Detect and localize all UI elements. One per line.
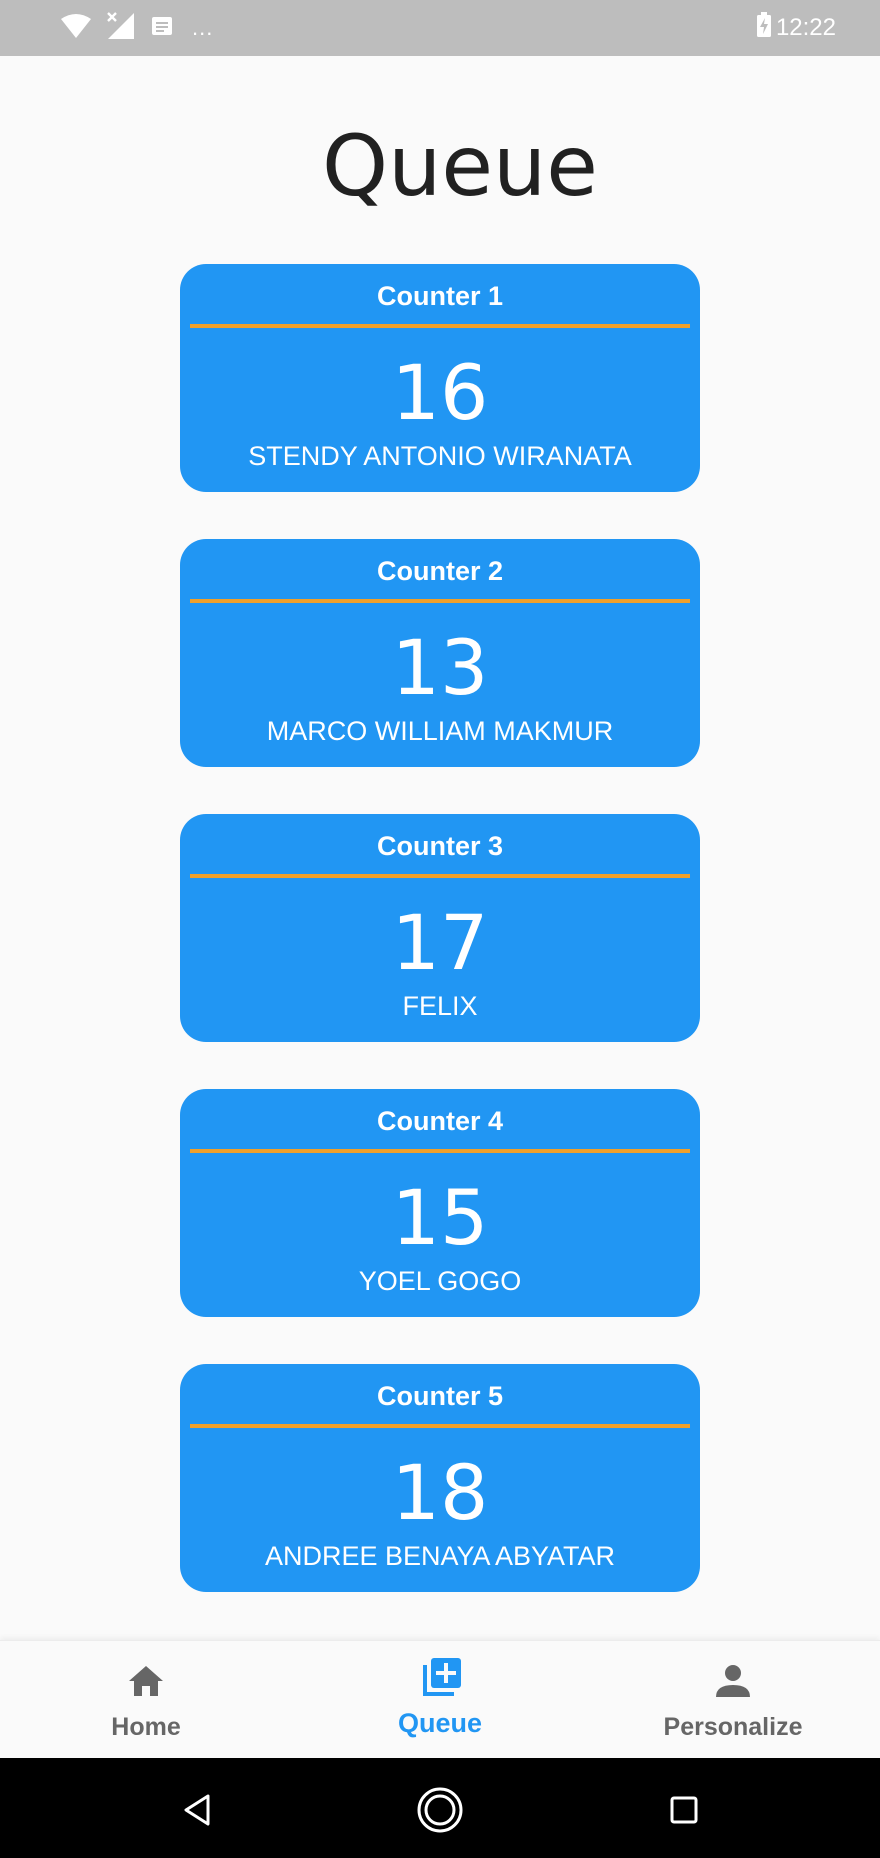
counter-label: Counter 4 (376, 1106, 503, 1136)
card-divider (190, 1149, 690, 1153)
nav-label: Queue (397, 1708, 483, 1738)
queue-number: 17 (391, 898, 489, 987)
nav-label: Personalize (663, 1713, 803, 1741)
home-icon (126, 1661, 166, 1701)
recents-icon[interactable] (662, 1788, 706, 1832)
page-title: Queue (322, 117, 598, 215)
counter-label: Counter 2 (376, 556, 503, 586)
nav-item-home[interactable]: Home (46, 1641, 246, 1759)
nav-item-personalize[interactable]: Personalize (633, 1641, 833, 1759)
clock: 12:22 (775, 14, 836, 41)
queue-number: 18 (391, 1448, 489, 1537)
card-divider (190, 874, 690, 878)
queue-number: 15 (391, 1173, 489, 1262)
customer-name: MARCO WILLIAM MAKMUR (266, 716, 614, 746)
status-icons-right: 12:22 (756, 11, 836, 45)
battery-charging-icon (756, 11, 772, 45)
notification-icon (150, 14, 174, 43)
customer-name: ANDREE BENAYA ABYATAR (264, 1541, 616, 1571)
card-divider (190, 1424, 690, 1428)
counter-card-3[interactable]: Counter 3 17 FELIX (180, 814, 700, 1042)
customer-name: YOEL GOGO (358, 1266, 522, 1296)
counter-card-2[interactable]: Counter 2 13 MARCO WILLIAM MAKMUR (180, 539, 700, 767)
counter-label: Counter 5 (376, 1381, 503, 1411)
queue-number: 13 (391, 623, 489, 712)
home-button-icon[interactable] (416, 1786, 464, 1834)
nav-label: Home (111, 1713, 181, 1741)
person-icon (713, 1661, 753, 1701)
back-icon[interactable] (176, 1788, 220, 1832)
status-bar: ... 12:22 (0, 0, 880, 56)
queue-add-icon (420, 1655, 461, 1696)
card-divider (190, 324, 690, 328)
status-icons-left: ... (60, 11, 214, 46)
nav-item-queue[interactable]: Queue (340, 1641, 540, 1759)
counter-label: Counter 3 (376, 831, 503, 861)
counter-card-1[interactable]: Counter 1 16 STENDY ANTONIO WIRANATA (180, 264, 700, 492)
counter-card-5[interactable]: Counter 5 18 ANDREE BENAYA ABYATAR (180, 1364, 700, 1592)
counter-label: Counter 1 (376, 281, 503, 311)
customer-name: FELIX (402, 991, 478, 1021)
bottom-nav: Home Queue Personalize (0, 1640, 880, 1759)
customer-name: STENDY ANTONIO WIRANATA (248, 441, 632, 471)
system-nav-bar (0, 1758, 880, 1858)
queue-number: 16 (391, 348, 489, 437)
more-notifications-dots: ... (192, 15, 214, 40)
counter-card-4[interactable]: Counter 4 15 YOEL GOGO (180, 1089, 700, 1317)
no-signal-icon (106, 11, 136, 46)
card-divider (190, 599, 690, 603)
wifi-icon (60, 13, 92, 44)
